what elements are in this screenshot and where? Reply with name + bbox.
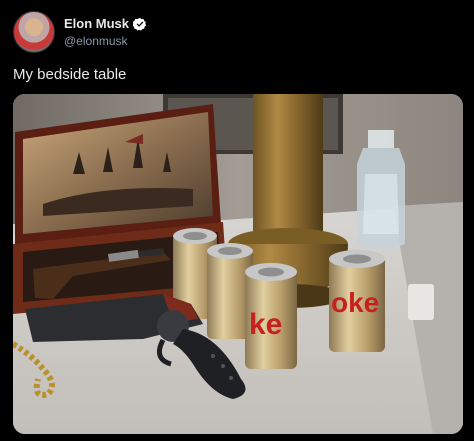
name-row: Elon Musk (64, 16, 147, 31)
author-handle[interactable]: @elonmusk (64, 34, 147, 48)
wall-outlet (408, 284, 434, 320)
can-logo-right: oke (331, 287, 379, 318)
tweet-card: Elon Musk @elonmusk My bedside table ke … (0, 0, 474, 441)
can-logo-left: ke (249, 308, 282, 341)
tweet-text: My bedside table (13, 66, 127, 83)
author-display-name[interactable]: Elon Musk (64, 16, 129, 31)
can-4: oke (329, 250, 385, 352)
bedside-table-photo: ke oke (13, 94, 463, 434)
can-3: ke (245, 263, 297, 369)
avatar[interactable] (13, 11, 55, 53)
verified-badge-icon (132, 17, 147, 31)
tweet-header: Elon Musk @elonmusk (13, 11, 147, 53)
author-names: Elon Musk @elonmusk (64, 16, 147, 48)
tweet-photo[interactable]: ke oke (13, 94, 463, 434)
